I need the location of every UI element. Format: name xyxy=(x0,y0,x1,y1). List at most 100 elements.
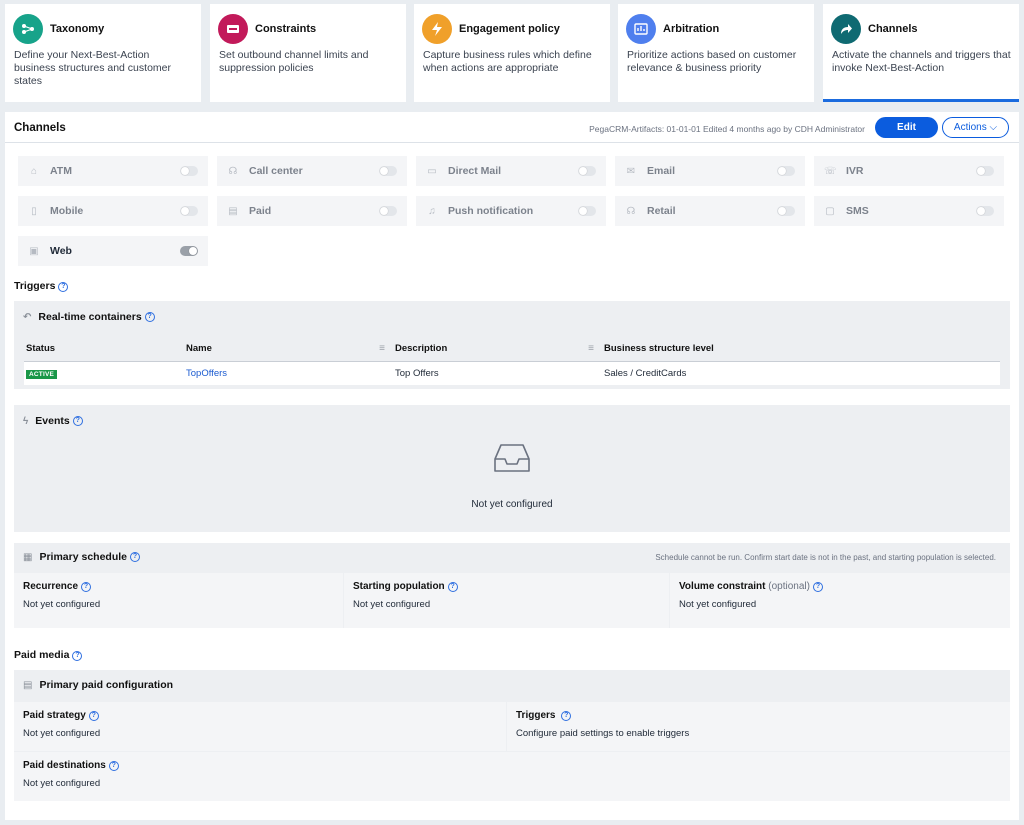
channel-label: Web xyxy=(50,245,72,257)
channel-direct-mail[interactable]: ▭ Direct Mail xyxy=(416,156,606,186)
mail-image-icon: ▭ xyxy=(427,165,437,177)
channel-label: ATM xyxy=(50,165,72,177)
card-constraints[interactable]: Constraints Set outbound channel limits … xyxy=(210,4,406,102)
help-icon[interactable]: ? xyxy=(561,711,572,721)
channel-web[interactable]: ▣ Web xyxy=(18,236,208,266)
events-empty-text: Not yet configured xyxy=(471,499,553,510)
channels-panel: Channels PegaCRM-Artifacts: 01-01-01 Edi… xyxy=(5,112,1019,820)
help-icon[interactable]: ? xyxy=(130,552,140,562)
help-icon[interactable]: ? xyxy=(72,416,83,426)
channel-label: SMS xyxy=(846,205,869,217)
channel-paid[interactable]: ▤ Paid xyxy=(217,196,407,226)
channel-toggle[interactable] xyxy=(180,246,198,256)
channel-label: Email xyxy=(647,165,676,177)
constraints-icon xyxy=(218,14,248,44)
card-channels[interactable]: Channels Activate the channels and trigg… xyxy=(823,4,1019,102)
filter-icon[interactable]: ≡ xyxy=(379,343,385,354)
filter-icon[interactable]: ≡ xyxy=(588,343,594,354)
paid-destinations-label: Paid destinations? xyxy=(23,760,1010,771)
channel-toggle[interactable] xyxy=(379,166,397,176)
help-icon[interactable]: ? xyxy=(108,761,119,771)
help-icon[interactable]: ? xyxy=(81,582,92,592)
store-icon: ☊ xyxy=(626,205,636,217)
channel-toggle[interactable] xyxy=(578,206,596,216)
channel-label: Direct Mail xyxy=(448,165,502,177)
description-cell: Top Offers xyxy=(393,361,602,385)
channel-toggle[interactable] xyxy=(976,166,994,176)
edit-metadata: PegaCRM-Artifacts: 01-01-01 Edited 4 mon… xyxy=(589,124,865,134)
channel-toggle[interactable] xyxy=(777,206,795,216)
chat-icon: ▢ xyxy=(825,205,835,217)
help-icon[interactable]: ? xyxy=(88,711,99,721)
card-arbitration[interactable]: Arbitration Prioritize actions based on … xyxy=(618,4,814,102)
channel-label: Retail xyxy=(647,205,676,217)
paid-icon: ▤ xyxy=(228,205,238,217)
column-header-description[interactable]: Description ≡ xyxy=(393,337,602,362)
channel-toggle[interactable] xyxy=(777,166,795,176)
events-label: Events xyxy=(35,415,70,427)
help-icon[interactable]: ? xyxy=(72,651,83,661)
inbox-icon xyxy=(494,444,530,472)
channel-mobile[interactable]: ▯ Mobile xyxy=(18,196,208,226)
arbitration-icon xyxy=(626,14,656,44)
channel-toggle[interactable] xyxy=(976,206,994,216)
channel-ivr[interactable]: ☏ IVR xyxy=(814,156,1004,186)
card-title: Constraints xyxy=(255,23,317,35)
channel-toggle[interactable] xyxy=(180,206,198,216)
help-icon[interactable]: ? xyxy=(58,282,69,292)
card-description: Activate the channels and triggers that … xyxy=(832,49,1011,74)
channel-label: Push notification xyxy=(448,205,534,217)
column-label: Description xyxy=(395,343,448,355)
card-taxonomy[interactable]: Taxonomy Define your Next-Best-Action bu… xyxy=(5,4,201,102)
lightning-icon: ϟ xyxy=(23,415,29,427)
paid-triggers-label: Triggers ? xyxy=(516,710,1010,721)
channel-toggle[interactable] xyxy=(180,166,198,176)
realtime-containers-label: Real-time containers xyxy=(38,311,142,323)
channel-push-notification[interactable]: ♫ Push notification xyxy=(416,196,606,226)
channel-atm[interactable]: ⌂ ATM xyxy=(18,156,208,186)
web-icon: ▣ xyxy=(29,245,39,257)
paid-media-heading: Paid media? xyxy=(14,649,83,661)
card-engagement-policy[interactable]: Engagement policy Capture business rules… xyxy=(414,4,610,102)
column-header-business-structure-level[interactable]: Business structure level xyxy=(602,337,1000,362)
workflow-cards: Taxonomy Define your Next-Best-Action bu… xyxy=(5,4,1019,102)
help-icon[interactable]: ? xyxy=(812,582,823,592)
paid-media-label: Paid media xyxy=(14,649,70,661)
card-title: Taxonomy xyxy=(50,23,105,35)
column-header-name[interactable]: Name ≡ xyxy=(184,337,393,362)
envelope-icon: ✉ xyxy=(626,165,636,177)
name-cell: TopOffers xyxy=(184,361,393,385)
channel-call-center[interactable]: ☊ Call center xyxy=(217,156,407,186)
paid-triggers-cell: Triggers ? Configure paid settings to en… xyxy=(507,702,1010,751)
channel-sms[interactable]: ▢ SMS xyxy=(814,196,1004,226)
paid-strategy-value: Not yet configured xyxy=(23,728,101,739)
phone-icon: ☏ xyxy=(824,165,837,177)
paid-destinations-cell: Paid destinations? Not yet configured xyxy=(14,752,1010,801)
channel-email[interactable]: ✉ Email xyxy=(615,156,805,186)
help-icon[interactable]: ? xyxy=(144,312,155,322)
paid-strategy-label: Paid strategy? xyxy=(23,710,506,721)
primary-paid-configuration-section: ▤ Primary paid configuration Paid strate… xyxy=(14,670,1010,801)
channel-label: Paid xyxy=(249,205,272,217)
actions-button[interactable]: Actions ⌵ xyxy=(942,117,1009,138)
container-name-link[interactable]: TopOffers xyxy=(186,368,227,379)
schedule-warning: Schedule cannot be run. Confirm start da… xyxy=(655,553,996,562)
volume-constraint-label: Volume constraint (optional)? xyxy=(679,581,1010,592)
edit-button[interactable]: Edit xyxy=(875,117,938,138)
headset-icon: ☊ xyxy=(228,165,238,177)
card-description: Define your Next-Best-Action business st… xyxy=(14,49,171,87)
channel-retail[interactable]: ☊ Retail xyxy=(615,196,805,226)
help-icon[interactable]: ? xyxy=(447,582,458,592)
events-section: ϟ Events? Not yet configured xyxy=(14,405,1010,532)
primary-paid-configuration-label: Primary paid configuration xyxy=(39,679,174,691)
channel-toggle[interactable] xyxy=(578,166,596,176)
volume-constraint-value: Not yet configured xyxy=(679,599,757,610)
column-header-status[interactable]: Status xyxy=(24,337,184,362)
channel-toggle[interactable] xyxy=(379,206,397,216)
realtime-containers-heading: ↶ Real-time containers? xyxy=(23,311,155,323)
recurrence-cell: Recurrence? Not yet configured xyxy=(14,573,343,628)
card-title: Engagement policy xyxy=(459,23,560,35)
undo-icon: ↶ xyxy=(23,311,32,323)
paid-destinations-value: Not yet configured xyxy=(23,778,101,789)
table-row: ACTIVE TopOffers Top Offers Sales / Cred… xyxy=(24,361,1000,385)
